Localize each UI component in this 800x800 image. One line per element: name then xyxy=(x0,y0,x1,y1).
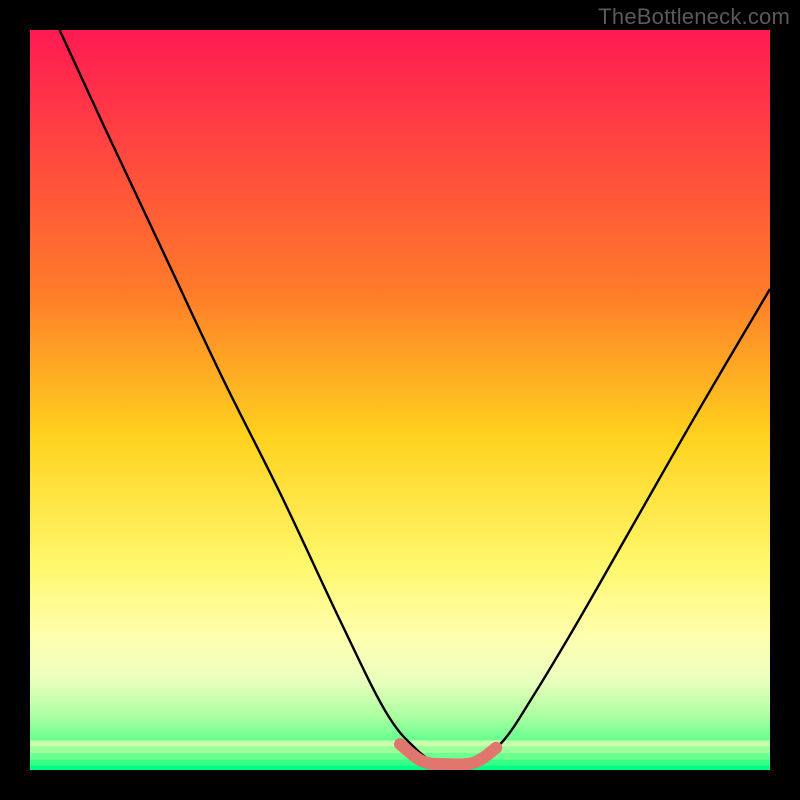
gradient-background xyxy=(30,30,770,770)
watermark-text: TheBottleneck.com xyxy=(598,4,790,30)
bottleneck-chart xyxy=(0,0,800,800)
chart-frame: TheBottleneck.com xyxy=(0,0,800,800)
